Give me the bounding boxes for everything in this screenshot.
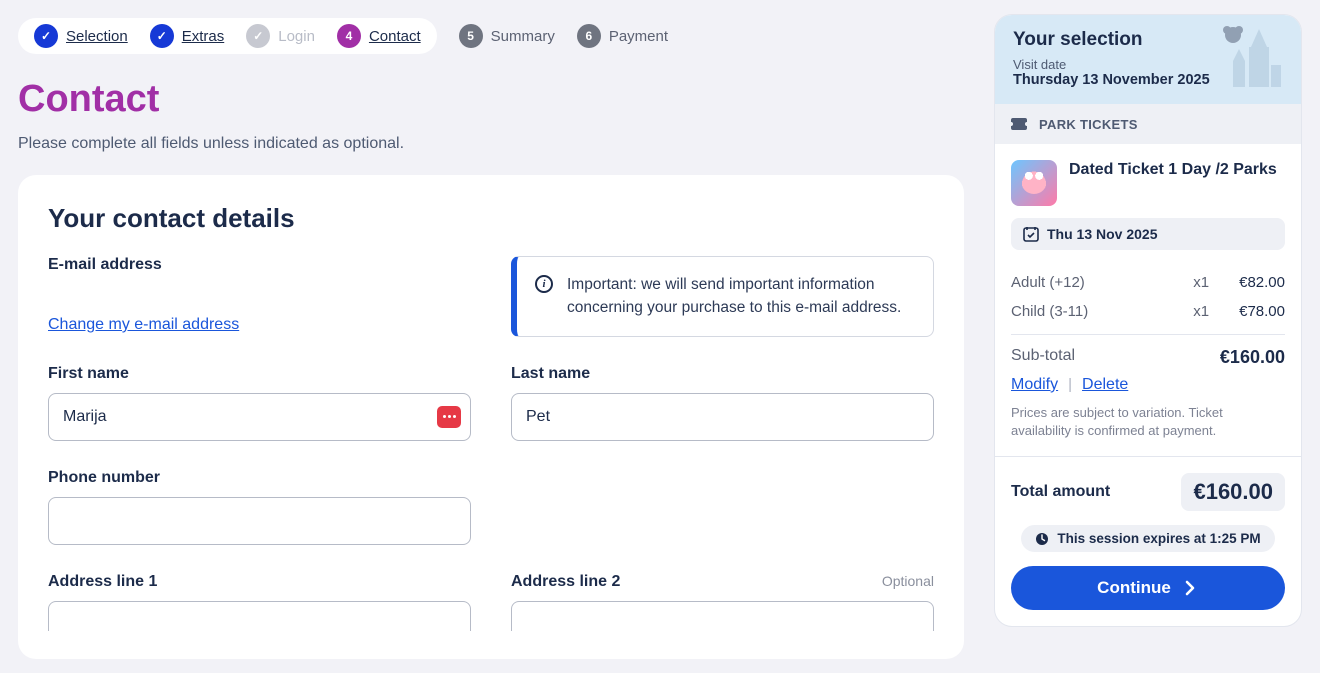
chevron-right-icon	[1181, 579, 1199, 597]
step-label: Login	[278, 28, 315, 45]
contact-heading: Your contact details	[48, 203, 934, 234]
step-number: 6	[577, 24, 601, 48]
email-label: E-mail address	[48, 256, 471, 274]
basket-header: Your selection Visit date Thursday 13 No…	[995, 15, 1301, 104]
last-name-input[interactable]	[511, 393, 934, 441]
step-label: Contact	[369, 28, 421, 45]
step-number: 4	[337, 24, 361, 48]
step-number: 5	[459, 24, 483, 48]
address2-label-text: Address line 2	[511, 573, 620, 590]
price-amount: €82.00	[1239, 274, 1285, 291]
clock-icon	[1035, 532, 1049, 546]
price-line: Child (3-11) x1 €78.00	[1011, 297, 1285, 326]
total-label: Total amount	[1011, 483, 1110, 501]
basket-section-header: PARK TICKETS	[995, 104, 1301, 144]
check-icon	[34, 24, 58, 48]
step-login: Login	[246, 24, 315, 48]
check-icon	[150, 24, 174, 48]
price-qty: x1	[1193, 274, 1209, 291]
delete-link[interactable]: Delete	[1082, 376, 1128, 394]
subtotal-value: €160.00	[1220, 347, 1285, 368]
change-email-link[interactable]: Change my e-mail address	[48, 316, 239, 333]
contact-details-card: Your contact details E-mail address Chan…	[18, 175, 964, 659]
last-name-label: Last name	[511, 365, 934, 383]
phone-label: Phone number	[48, 469, 471, 487]
first-name-label: First name	[48, 365, 471, 383]
basket-section-label: PARK TICKETS	[1039, 117, 1138, 132]
modify-link[interactable]: Modify	[1011, 376, 1058, 394]
password-manager-icon[interactable]	[437, 406, 461, 428]
step-selection[interactable]: Selection	[34, 24, 128, 48]
email-info-box: i Important: we will send important info…	[511, 256, 934, 337]
price-label: Child (3-11)	[1011, 303, 1088, 320]
product-date-chip: Thu 13 Nov 2025	[1011, 218, 1285, 250]
address2-label: Address line 2 Optional	[511, 573, 934, 591]
step-label: Selection	[66, 28, 128, 45]
price-amount: €78.00	[1239, 303, 1285, 320]
castle-icon	[1221, 21, 1291, 91]
checkout-steps: Selection Extras Login 4 Contact 5 Summa…	[18, 14, 964, 58]
step-summary: 5 Summary	[459, 24, 555, 48]
product-thumbnail	[1011, 160, 1057, 206]
step-payment: 6 Payment	[577, 24, 668, 48]
calendar-icon	[1023, 226, 1039, 242]
check-icon	[246, 24, 270, 48]
address1-label: Address line 1	[48, 573, 471, 591]
step-label: Payment	[609, 28, 668, 45]
session-text: This session expires at 1:25 PM	[1057, 531, 1260, 546]
basket-summary: Your selection Visit date Thursday 13 No…	[994, 14, 1302, 627]
address1-input[interactable]	[48, 601, 471, 631]
page-subtitle: Please complete all fields unless indica…	[18, 135, 964, 153]
step-contact[interactable]: 4 Contact	[337, 24, 421, 48]
price-line: Adult (+12) x1 €82.00	[1011, 268, 1285, 297]
product-date-text: Thu 13 Nov 2025	[1047, 226, 1158, 242]
phone-input[interactable]	[48, 497, 471, 545]
page-title: Contact	[18, 78, 964, 121]
address2-input[interactable]	[511, 601, 934, 631]
total-row: Total amount €160.00	[1011, 473, 1285, 511]
price-disclaimer: Prices are subject to variation. Ticket …	[1011, 404, 1285, 440]
product-name: Dated Ticket 1 Day /2 Parks	[1069, 160, 1277, 206]
email-info-text: Important: we will send important inform…	[567, 273, 915, 320]
continue-label: Continue	[1097, 578, 1171, 598]
total-value: €160.00	[1181, 473, 1285, 511]
step-label: Extras	[182, 28, 225, 45]
price-qty: x1	[1193, 303, 1209, 320]
ticket-icon	[1011, 116, 1029, 132]
step-extras[interactable]: Extras	[150, 24, 225, 48]
session-expiry: This session expires at 1:25 PM	[1021, 525, 1274, 552]
continue-button[interactable]: Continue	[1011, 566, 1285, 610]
subtotal-label: Sub-total	[1011, 347, 1075, 368]
first-name-input[interactable]	[48, 393, 471, 441]
subtotal-line: Sub-total €160.00	[1011, 334, 1285, 376]
step-label: Summary	[491, 28, 555, 45]
price-label: Adult (+12)	[1011, 274, 1085, 291]
optional-tag: Optional	[882, 573, 934, 589]
info-icon: i	[535, 275, 553, 293]
